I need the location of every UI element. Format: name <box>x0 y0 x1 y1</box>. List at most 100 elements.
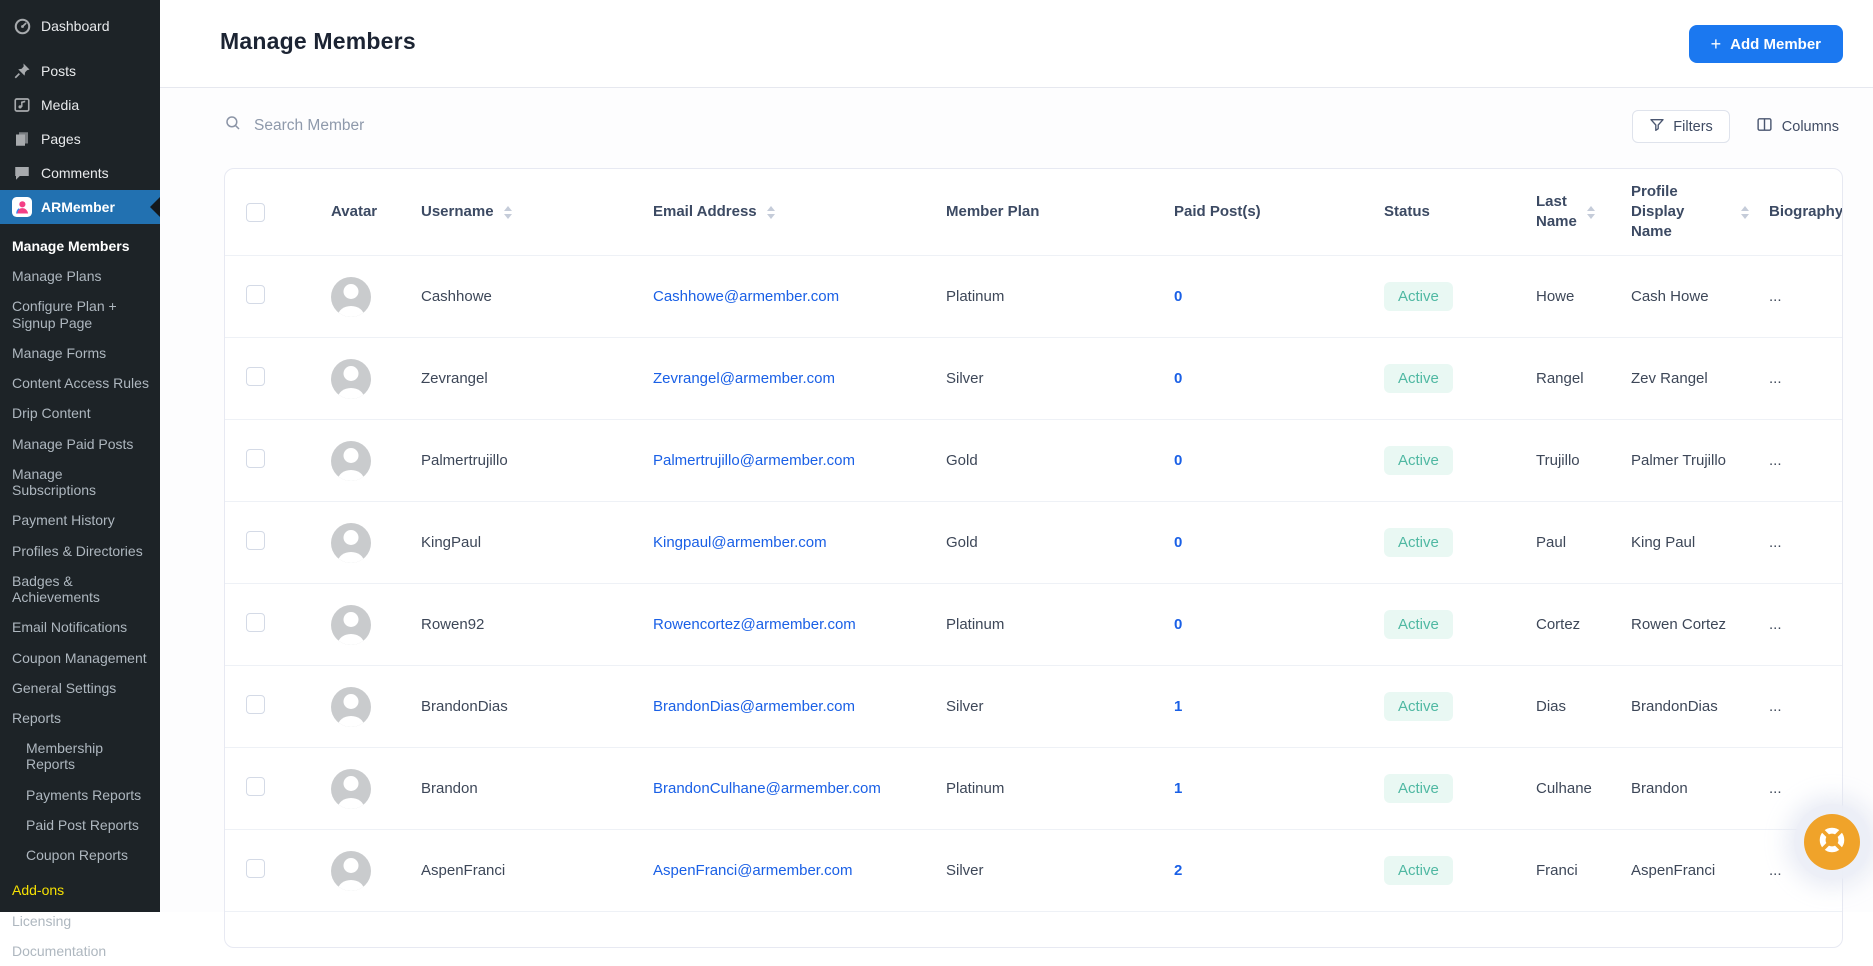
paid-posts-link[interactable]: 1 <box>1174 780 1182 797</box>
column-header-status: Status <box>1384 202 1430 220</box>
email-link[interactable]: Zevrangel@armember.com <box>653 370 835 387</box>
members-table: Avatar Username Email Address Member Pla… <box>224 168 1843 948</box>
sidebar-item-posts[interactable]: Posts <box>0 54 160 88</box>
sort-icon[interactable] <box>766 205 775 219</box>
row-checkbox[interactable] <box>246 777 265 796</box>
submenu-item[interactable]: Manage Subscriptions <box>0 459 160 505</box>
submenu-item[interactable]: Configure Plan + Signup Page <box>0 291 160 337</box>
table-row: Brandon BrandonCulhane@armember.com Plat… <box>225 748 1842 830</box>
submenu-item[interactable]: General Settings <box>0 673 160 703</box>
sidebar-item-armember[interactable]: ARMember <box>0 190 160 224</box>
username-cell: Zevrangel <box>421 370 488 387</box>
submenu-item[interactable]: Manage Paid Posts <box>0 429 160 459</box>
email-link[interactable]: BrandonCulhane@armember.com <box>653 780 881 797</box>
username-cell: BrandonDias <box>421 698 508 715</box>
email-link[interactable]: Rowencortez@armember.com <box>653 616 856 633</box>
submenu-item[interactable]: Badges & Achievements <box>0 566 160 612</box>
email-link[interactable]: Cashhowe@armember.com <box>653 288 839 305</box>
paid-posts-link[interactable]: 0 <box>1174 288 1182 305</box>
avatar-cell <box>311 604 401 645</box>
paid-posts-link[interactable]: 0 <box>1174 370 1182 387</box>
submenu-item[interactable]: Coupon Reports <box>0 840 160 870</box>
search-icon <box>224 114 242 137</box>
paid-posts-link[interactable]: 0 <box>1174 452 1182 469</box>
sort-icon[interactable] <box>1741 205 1749 219</box>
submenu-item[interactable]: Drip Content <box>0 398 160 428</box>
sidebar-item-pages[interactable]: Pages <box>0 122 160 156</box>
row-checkbox[interactable] <box>246 367 265 386</box>
submenu-item[interactable]: Payment History <box>0 505 160 535</box>
row-checkbox-cell <box>225 695 311 718</box>
column-header-profile-display-name[interactable]: Profile Display Name <box>1611 182 1749 243</box>
avatar-cell <box>311 768 401 809</box>
row-checkbox[interactable] <box>246 613 265 632</box>
member-plan-cell: Platinum <box>946 780 1005 797</box>
submenu-item[interactable]: Reports <box>0 703 160 733</box>
biography-cell: ... <box>1769 370 1782 387</box>
table-row: Zevrangel Zevrangel@armember.com Silver … <box>225 338 1842 420</box>
row-checkbox-cell <box>225 859 311 882</box>
row-checkbox[interactable] <box>246 449 265 468</box>
filters-label: Filters <box>1673 118 1713 135</box>
email-link[interactable]: Palmertrujillo@armember.com <box>653 452 855 469</box>
sidebar-item-media[interactable]: Media <box>0 88 160 122</box>
email-link[interactable]: AspenFranci@armember.com <box>653 862 852 879</box>
submenu-item[interactable]: Profiles & Directories <box>0 536 160 566</box>
avatar <box>331 358 371 399</box>
email-link[interactable]: BrandonDias@armember.com <box>653 698 855 715</box>
help-fab-button[interactable] <box>1804 814 1860 870</box>
paid-posts-link[interactable]: 1 <box>1174 698 1182 715</box>
lifebuoy-icon <box>1816 824 1848 861</box>
submenu-item[interactable]: Manage Forms <box>0 338 160 368</box>
submenu-item[interactable]: Documentation <box>0 936 160 966</box>
submenu-item[interactable]: Manage Plans <box>0 261 160 291</box>
columns-label: Columns <box>1781 118 1839 135</box>
sidebar-item-comments[interactable]: Comments <box>0 156 160 190</box>
submenu-item[interactable]: Manage Members <box>0 231 160 261</box>
avatar <box>331 768 371 809</box>
submenu-item[interactable]: Licensing <box>0 906 160 936</box>
email-link[interactable]: Kingpaul@armember.com <box>653 534 827 551</box>
last-name-cell: Howe <box>1536 288 1575 305</box>
submenu-item[interactable]: Coupon Management <box>0 643 160 673</box>
avatar-cell <box>311 850 401 891</box>
submenu-item[interactable]: Membership Reports <box>0 733 160 779</box>
row-checkbox[interactable] <box>246 695 265 714</box>
column-header-username[interactable]: Username <box>401 202 633 222</box>
row-checkbox[interactable] <box>246 859 265 878</box>
submenu-item[interactable]: Email Notifications <box>0 612 160 642</box>
columns-button[interactable]: Columns <box>1752 110 1843 143</box>
sidebar-item-dashboard[interactable]: Dashboard <box>0 9 160 43</box>
sort-icon[interactable] <box>1586 205 1595 219</box>
paid-posts-link[interactable]: 0 <box>1174 616 1182 633</box>
column-header-last-name[interactable]: Last Name <box>1516 192 1611 233</box>
submenu-item[interactable]: Payments Reports <box>0 780 160 810</box>
column-header-email[interactable]: Email Address <box>633 202 926 222</box>
submenu-item[interactable]: Add-ons <box>0 875 160 905</box>
select-all-checkbox[interactable] <box>246 202 265 222</box>
display-name-cell: Palmer Trujillo <box>1631 452 1727 469</box>
paid-posts-link[interactable]: 0 <box>1174 534 1182 551</box>
avatar <box>331 686 371 727</box>
search-member-input[interactable] <box>254 116 574 135</box>
paid-posts-link[interactable]: 2 <box>1174 862 1182 879</box>
avatar-cell <box>311 686 401 727</box>
row-checkbox[interactable] <box>246 285 265 304</box>
submenu-item[interactable]: Paid Post Reports <box>0 810 160 840</box>
filters-button[interactable]: Filters <box>1632 110 1730 143</box>
submenu-item[interactable]: Content Access Rules <box>0 368 160 398</box>
comment-icon <box>12 163 32 183</box>
status-badge: Active <box>1384 610 1453 639</box>
last-name-cell: Paul <box>1536 534 1567 551</box>
username-cell: KingPaul <box>421 534 482 551</box>
member-plan-cell: Gold <box>946 452 978 469</box>
row-checkbox[interactable] <box>246 531 265 550</box>
add-member-button[interactable]: + Add Member <box>1688 25 1843 63</box>
last-name-cell: Dias <box>1536 698 1567 715</box>
last-name-cell: Cortez <box>1536 616 1581 633</box>
status-cell: Active <box>1364 528 1516 557</box>
username-cell: AspenFranci <box>421 862 506 879</box>
sort-icon[interactable] <box>503 205 512 219</box>
plus-icon: + <box>1710 33 1722 54</box>
status-cell: Active <box>1364 692 1516 721</box>
